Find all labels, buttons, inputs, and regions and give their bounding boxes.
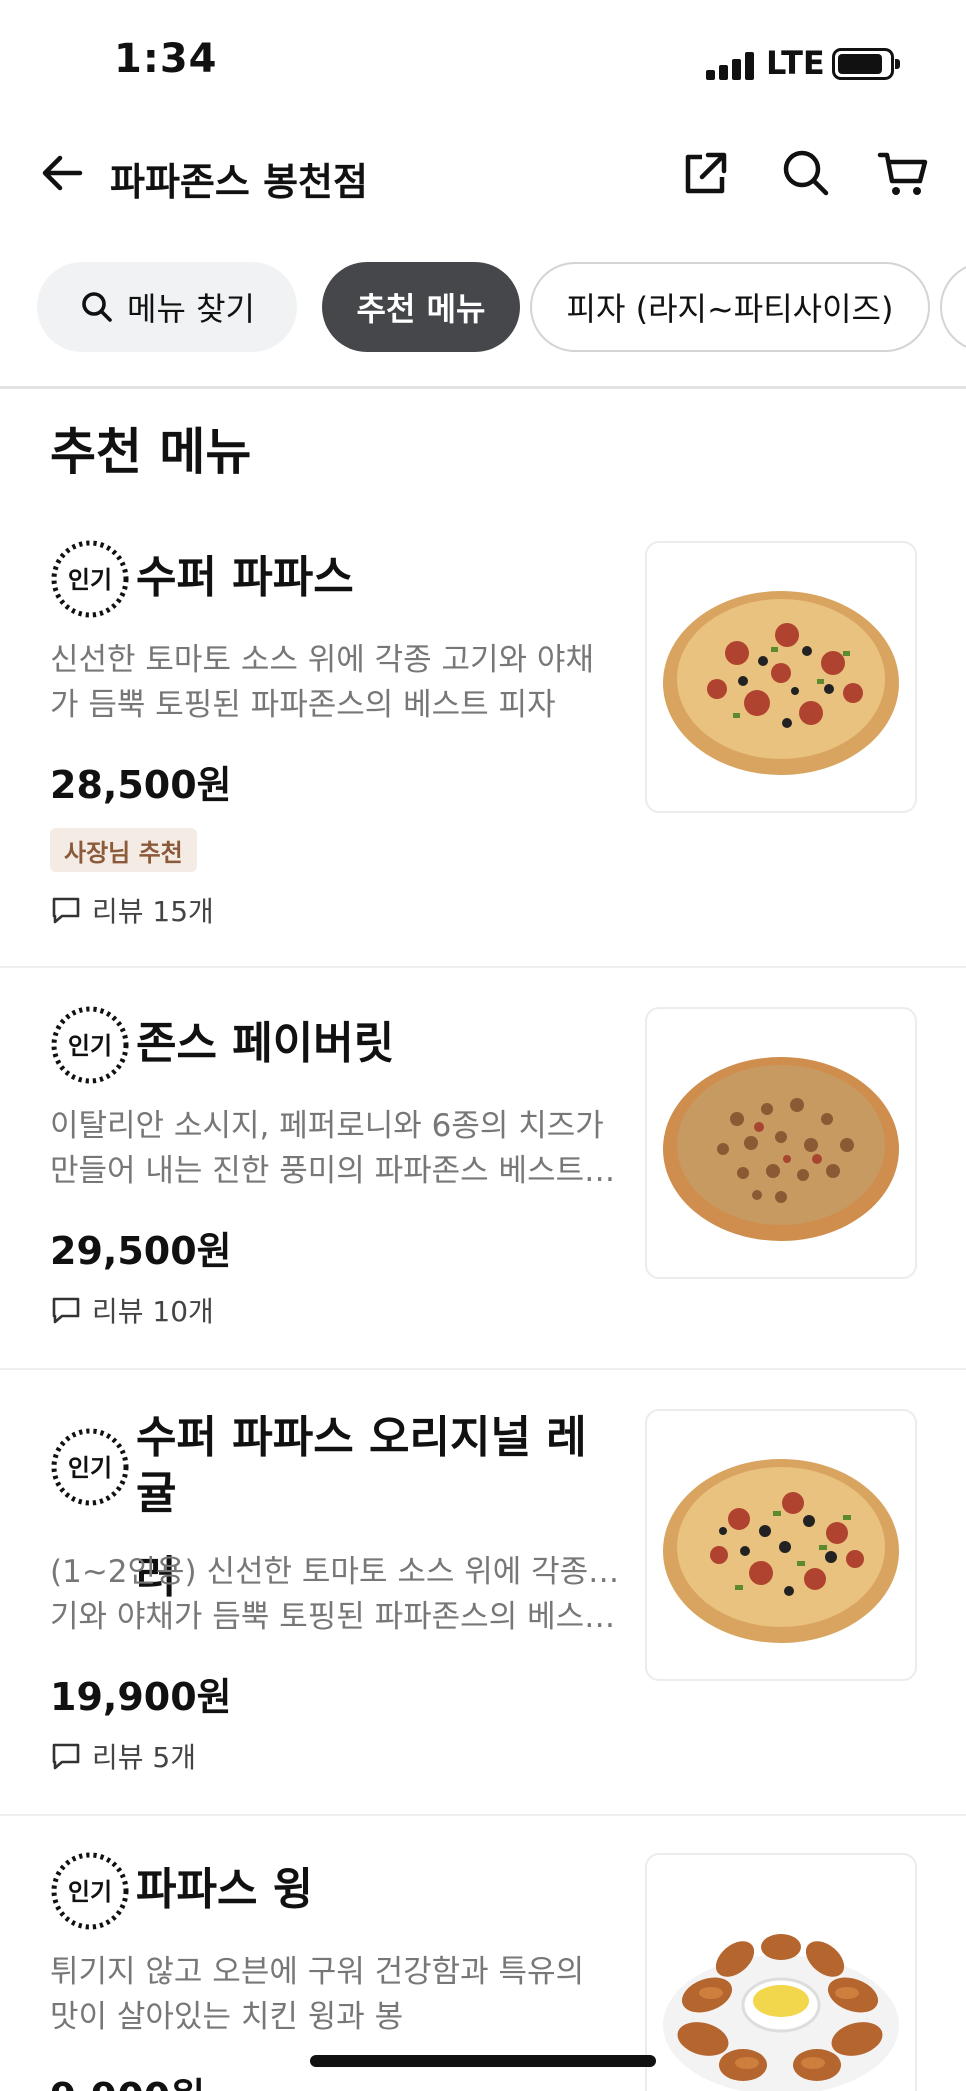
item-price: 29,500원 xyxy=(50,1229,232,1273)
divider xyxy=(0,966,966,968)
review-count[interactable]: 리뷰 10개 xyxy=(50,1292,214,1328)
section-title: 추천 메뉴 xyxy=(50,423,252,481)
item-description-line: 이탈리안 소시지, 페퍼로니와 6종의 치즈가 xyxy=(50,1108,604,1144)
review-label: 리뷰 15개 xyxy=(92,895,214,928)
comment-icon xyxy=(52,1297,80,1324)
review-label: 리뷰 10개 xyxy=(92,1295,214,1328)
cart-icon xyxy=(877,152,928,195)
review-count[interactable]: 리뷰 5개 xyxy=(50,1738,196,1774)
home-indicator[interactable] xyxy=(310,2055,656,2067)
comment-icon xyxy=(52,1743,80,1770)
item-description-line: 만들어 내는 진한 풍미의 파파존스 베스트… xyxy=(50,1153,616,1189)
search-icon xyxy=(82,292,112,322)
menu-item[interactable]: 인기 수퍼 파파스 신선한 토마토 소스 위에 각종 고기와 야채 가 듬뿍 토… xyxy=(0,530,966,968)
popular-badge: 인기 xyxy=(51,1428,129,1506)
share-button[interactable] xyxy=(678,145,734,201)
item-price: 28,500원 xyxy=(50,763,232,807)
app-screen: 1:34 LTE 파파존스 봉천점 메뉴 찾기 추천 메뉴 피자 (라지~파티사… xyxy=(0,0,966,2091)
popular-badge-label: 인기 xyxy=(68,1454,112,1482)
item-image[interactable] xyxy=(645,541,917,813)
pizza-image xyxy=(663,1459,899,1643)
popular-badge-label: 인기 xyxy=(68,1032,112,1060)
header: 파파존스 봉천점 xyxy=(0,125,966,225)
menu-item[interactable]: 인기 파파스 윙 튀기지 않고 오븐에 구워 건강함과 특유의 맛이 살아있는 … xyxy=(0,1842,966,2091)
pizza-image xyxy=(663,1057,899,1241)
item-name: 수퍼 파파스 xyxy=(136,552,354,603)
item-price: 9,900원 xyxy=(50,2066,205,2091)
item-description-line: 맛이 살아있는 치킨 윙과 봉 xyxy=(50,1999,404,2035)
popular-badge-label: 인기 xyxy=(68,1878,112,1906)
signal-icon xyxy=(706,52,756,80)
popular-badge: 인기 xyxy=(51,540,129,618)
battery-icon xyxy=(832,48,900,80)
review-count[interactable]: 리뷰 15개 xyxy=(50,892,214,928)
review-label: 리뷰 5개 xyxy=(92,1741,196,1774)
pizza-image xyxy=(663,591,899,775)
menu-search-chip[interactable]: 메뉴 찾기 xyxy=(37,262,297,352)
item-name: 파파스 윙 xyxy=(136,1864,314,1915)
menu-search-label: 메뉴 찾기 xyxy=(127,290,255,328)
cart-button[interactable] xyxy=(876,145,932,201)
chip-recommended[interactable]: 추천 메뉴 xyxy=(322,262,520,352)
item-description-line: 튀기지 않고 오븐에 구워 건강함과 특유의 xyxy=(50,1954,585,1990)
item-description: 튀기지 않고 오븐에 구워 건강함과 특유의 맛이 살아있는 치킨 윙과 봉 xyxy=(50,1950,620,2040)
search-button[interactable] xyxy=(778,145,834,201)
item-description: (1~2인용) 신선한 토마토 소스 위에 각종 고 기와 야채가 듬뿍 토핑된… xyxy=(50,1550,620,1640)
item-description: 이탈리안 소시지, 페퍼로니와 6종의 치즈가 만들어 내는 진한 풍미의 파파… xyxy=(50,1104,620,1194)
item-description-line: 가 듬뿍 토핑된 파파존스의 베스트 피자 xyxy=(50,687,556,723)
network-label: LTE xyxy=(766,44,825,82)
arrow-left-icon xyxy=(42,155,83,191)
popular-badge-label: 인기 xyxy=(68,566,112,594)
share-icon xyxy=(685,152,727,194)
chip-next[interactable] xyxy=(940,262,966,352)
item-description-line: 기와 야채가 듬뿍 토핑된 파파존스의 베스… xyxy=(50,1599,616,1635)
item-name-line: 수퍼 파파스 오리지널 레귤 xyxy=(136,1412,587,1519)
chicken-wings-image xyxy=(663,1934,899,2091)
item-description-line: (1~2인용) 신선한 토마토 소스 위에 각종 고 xyxy=(50,1554,620,1590)
back-button[interactable] xyxy=(36,145,92,201)
status-bar: 1:34 LTE xyxy=(0,0,966,120)
popular-badge: 인기 xyxy=(51,1006,129,1084)
divider xyxy=(0,1814,966,1816)
item-image[interactable] xyxy=(645,1853,917,2091)
divider xyxy=(0,386,966,389)
item-description: 신선한 토마토 소스 위에 각종 고기와 야채 가 듬뿍 토핑된 파파존스의 베… xyxy=(50,638,620,728)
category-chips: 메뉴 찾기 추천 메뉴 피자 (라지~파티사이즈) xyxy=(0,262,966,354)
chip-pizza[interactable]: 피자 (라지~파티사이즈) xyxy=(530,262,930,352)
search-icon xyxy=(783,150,829,196)
menu-item[interactable]: 인기 수퍼 파파스 오리지널 레귤 러 (1~2인용) 신선한 토마토 소스 위… xyxy=(0,1398,966,1814)
store-title: 파파존스 봉천점 xyxy=(110,160,368,204)
status-time: 1:34 xyxy=(114,36,218,82)
menu-item[interactable]: 인기 존스 페이버릿 이탈리안 소시지, 페퍼로니와 6종의 치즈가 만들어 내… xyxy=(0,996,966,1368)
item-price: 19,900원 xyxy=(50,1675,232,1719)
item-description-line: 신선한 토마토 소스 위에 각종 고기와 야채 xyxy=(50,642,594,678)
item-image[interactable] xyxy=(645,1409,917,1681)
comment-icon xyxy=(52,897,80,924)
divider xyxy=(0,1368,966,1370)
popular-badge: 인기 xyxy=(51,1852,129,1930)
owner-recommend-tag: 사장님 추천 xyxy=(50,828,197,872)
item-image[interactable] xyxy=(645,1007,917,1279)
item-name: 존스 페이버릿 xyxy=(136,1018,395,1069)
